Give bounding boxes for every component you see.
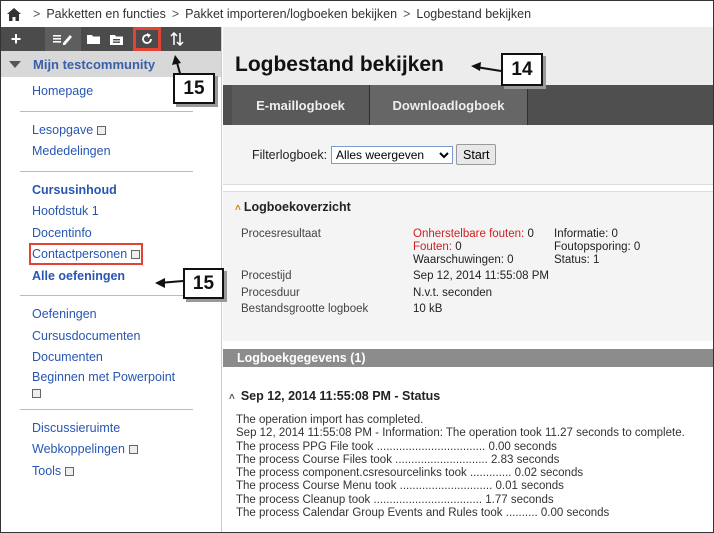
- menu-item-powerpoint[interactable]: Beginnen met Powerpoint: [32, 369, 221, 401]
- start-button[interactable]: Start: [456, 144, 497, 165]
- label-process-duration: Procesduur: [241, 287, 300, 299]
- menu-item-label: Contactpersonen: [32, 247, 128, 261]
- add-menu-item-button[interactable]: +: [1, 27, 31, 51]
- filter-select[interactable]: Alles weergeven: [331, 145, 454, 164]
- tab-email-log[interactable]: E-maillogboek: [232, 85, 370, 125]
- menu-item-cursusinhoud[interactable]: Cursusinhoud: [32, 180, 221, 202]
- log-entry-title: Sep 12, 2014 11:55:08 PM - Status: [240, 389, 441, 403]
- overview-heading-text: Logboekoverzicht: [243, 200, 351, 214]
- menu-item-docentinfo[interactable]: Docentinfo: [32, 223, 221, 245]
- status-count: Status: 1: [554, 254, 600, 266]
- menu-item-documenten[interactable]: Documenten: [32, 347, 221, 369]
- list-edit-icon[interactable]: [51, 27, 75, 51]
- log-overview: ˄ Logboekoverzicht Procesresultaat Onhers…: [223, 191, 713, 341]
- menu-group-4: Oefeningen Cursusdocumenten Documenten B…: [1, 304, 221, 401]
- process-duration: N.v.t. seconden: [413, 287, 493, 299]
- debug-count: Foutopsporing: 0: [554, 241, 641, 253]
- log-entry-header[interactable]: ˄ Sep 12, 2014 11:55:08 PM - Status: [229, 389, 440, 403]
- unrecoverable-errors: Onherstelbare fouten: 0: [413, 228, 534, 240]
- breadcrumb-separator: >: [171, 7, 180, 21]
- callout-15-toolbar: 15: [173, 73, 215, 104]
- main-content: Logbestand bekijken E-maillogboek Downlo…: [223, 27, 713, 532]
- menu-item-lesopgave[interactable]: Lesopgave: [32, 120, 221, 142]
- menu-item-label: Lesopgave: [32, 122, 94, 137]
- unrecoverable-label: Onherstelbare fouten:: [413, 228, 525, 240]
- chevron-up-icon[interactable]: ˄: [235, 203, 241, 214]
- toolbar-view-group: [45, 27, 81, 51]
- info-count: Informatie: 0: [554, 228, 618, 240]
- unrecoverable-count: 0: [527, 228, 534, 240]
- hidden-box-icon: [131, 250, 141, 259]
- home-icon[interactable]: [7, 7, 21, 21]
- hidden-box-icon: [128, 445, 138, 454]
- breadcrumb-item-packages[interactable]: Pakketten en functies: [46, 7, 166, 21]
- tab-download-log[interactable]: Downloadlogboek: [370, 85, 528, 125]
- edit-box-icon: [32, 388, 41, 398]
- errors: Fouten: 0: [413, 241, 462, 253]
- menu-item-contactpersonen[interactable]: Contactpersonen: [28, 243, 221, 266]
- log-line: The process Cleanup took ...............…: [236, 493, 554, 506]
- breadcrumb-separator: >: [33, 7, 41, 21]
- menu-divider: [20, 170, 193, 172]
- label-process-time: Procestijd: [241, 270, 292, 282]
- breadcrumb-item-import[interactable]: Pakket importeren/logboeken bekijken: [185, 7, 397, 21]
- menu-item-mededelingen[interactable]: Mededelingen: [32, 141, 221, 163]
- log-line: The process Course Menu took ...........…: [236, 480, 564, 493]
- log-line: The process PPG File took ..............…: [236, 440, 557, 453]
- filter-bar: Filterlogboek: Alles weergeven Start: [223, 125, 713, 185]
- callout-14: 14: [501, 53, 543, 86]
- edit-box-icon: [97, 125, 107, 135]
- process-time: Sep 12, 2014 11:55:08 PM: [413, 270, 549, 282]
- folder-icon[interactable]: [81, 27, 105, 51]
- app-window: > Pakketten en functies > Pakket importe…: [0, 0, 714, 533]
- edit-box-icon: [65, 466, 75, 476]
- log-tabs: E-maillogboek Downloadlogboek: [223, 85, 713, 125]
- errors-label: Fouten:: [413, 241, 452, 253]
- menu-divider: [20, 295, 193, 296]
- log-line: The operation import has completed.: [236, 414, 424, 426]
- filter-label: Filterlogboek:: [252, 147, 328, 162]
- chevron-up-icon[interactable]: ˄: [229, 392, 235, 403]
- menu-item-label: Webkoppelingen: [32, 442, 125, 456]
- log-entry-body: The operation import has completed. Sep 1…: [236, 414, 685, 520]
- menu-item-hoofdstuk-1[interactable]: Hoofdstuk 1: [32, 201, 221, 223]
- errors-count: 0: [455, 241, 462, 253]
- folder-open-icon[interactable]: [105, 27, 129, 51]
- breadcrumb-separator: >: [403, 7, 411, 21]
- callout-15-menu: 15: [183, 268, 224, 299]
- menu-divider: [20, 408, 193, 410]
- log-size: 10 kB: [413, 303, 443, 315]
- sort-icon[interactable]: [165, 27, 189, 51]
- refresh-icon[interactable]: [133, 27, 161, 51]
- overview-heading[interactable]: ˄ Logboekoverzicht: [235, 200, 351, 214]
- label-log-size: Bestandsgrootte logboek: [241, 303, 369, 315]
- menu-item-discussieruimte[interactable]: Discussieruimte: [32, 418, 221, 440]
- menu-item-cursusdocumenten[interactable]: Cursusdocumenten: [32, 326, 221, 348]
- caret-down-icon[interactable]: [9, 60, 21, 68]
- menu-group-5: Discussieruimte Webkoppelingen Tools: [1, 418, 221, 483]
- breadcrumb: > Pakketten en functies > Pakket importe…: [1, 1, 713, 27]
- log-line: The process component.csresourcelinks to…: [236, 467, 584, 480]
- log-line: The process Calendar Group Events and Ru…: [236, 507, 610, 520]
- page-header: Logbestand bekijken: [223, 27, 713, 85]
- course-menu-toolbar: +: [1, 27, 221, 51]
- warnings: Waarschuwingen: 0: [413, 254, 514, 266]
- menu-item-label: Tools: [32, 463, 62, 478]
- log-line: The process Course Files took ..........…: [236, 453, 560, 466]
- highlighted-item: Contactpersonen: [28, 243, 144, 265]
- label-process-result: Procesresultaat: [241, 228, 321, 240]
- menu-item-tools[interactable]: Tools: [32, 461, 221, 483]
- menu-divider: [20, 110, 193, 112]
- menu-group-2: Lesopgave Mededelingen: [1, 120, 221, 163]
- menu-item-webkoppelingen[interactable]: Webkoppelingen: [32, 439, 221, 461]
- page-title: Logbestand bekijken: [235, 53, 444, 76]
- community-title: Mijn testcommunity: [33, 56, 156, 72]
- menu-item-oefeningen[interactable]: Oefeningen: [32, 304, 221, 326]
- menu-item-label: Beginnen met Powerpoint: [32, 369, 176, 384]
- breadcrumb-item-current: Logbestand bekijken: [416, 7, 532, 21]
- log-line: Sep 12, 2014 11:55:08 PM - Information: …: [236, 427, 685, 440]
- log-data-section: Logboekgegevens (1): [223, 349, 713, 367]
